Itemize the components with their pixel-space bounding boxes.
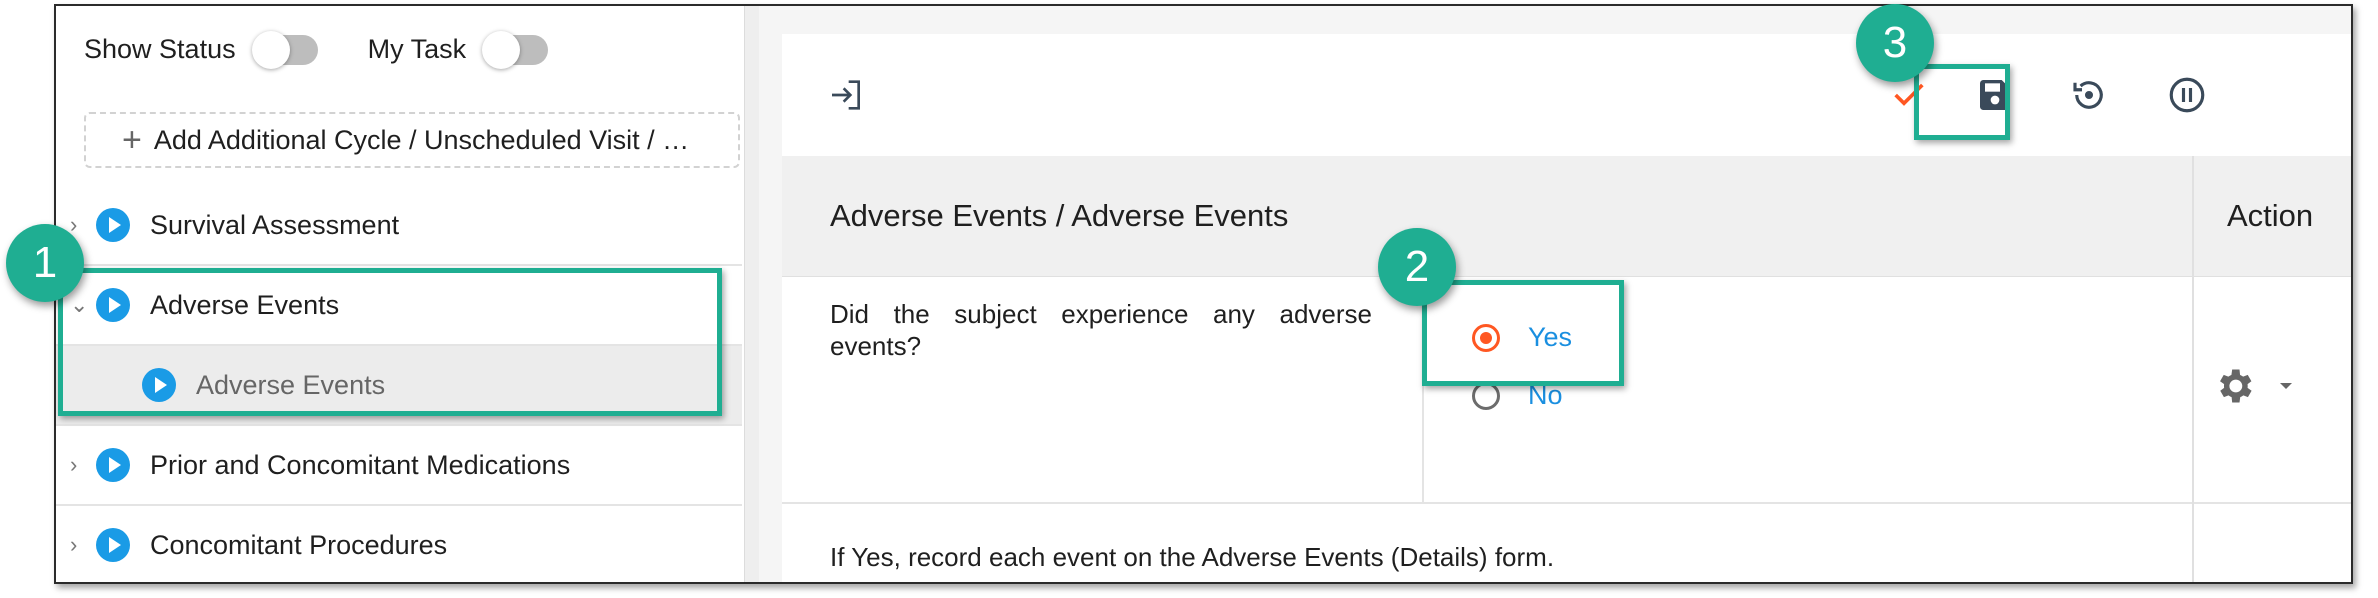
my-task-label: My Task bbox=[367, 34, 467, 64]
action-column-divider bbox=[2192, 156, 2194, 582]
gear-icon[interactable] bbox=[2212, 364, 2256, 408]
tree-item-label: Prior and Concomitant Medications bbox=[150, 449, 571, 480]
play-icon bbox=[96, 448, 130, 482]
show-status-label: Show Status bbox=[84, 34, 236, 64]
show-status-toggle[interactable] bbox=[251, 30, 318, 69]
annotation-badge-2: 2 bbox=[1378, 228, 1456, 306]
question-text: Did the subject experience any adverse e… bbox=[830, 299, 1372, 361]
annotation-badge-1: 1 bbox=[6, 224, 84, 302]
play-icon bbox=[96, 208, 130, 242]
highlight-box-1 bbox=[58, 268, 722, 416]
form-title: Adverse Events / Adverse Events bbox=[830, 198, 1289, 233]
highlight-box-2 bbox=[1422, 280, 1624, 386]
filter-toggles: Show Status My Task bbox=[84, 30, 598, 69]
add-cycle-button[interactable]: + Add Additional Cycle / Unscheduled Vis… bbox=[84, 112, 740, 168]
pause-icon[interactable] bbox=[2162, 70, 2212, 120]
chevron-right-icon[interactable]: › bbox=[70, 212, 86, 238]
tree-item-prior-medications[interactable]: › Prior and Concomitant Medications bbox=[56, 426, 742, 506]
tree-item-label: Survival Assessment bbox=[150, 209, 400, 240]
sign-in-icon[interactable] bbox=[822, 70, 872, 120]
form-toolbar bbox=[782, 34, 2351, 156]
plus-icon: + bbox=[122, 121, 142, 159]
instruction-note: If Yes, record each event on the Adverse… bbox=[830, 542, 1555, 572]
chevron-right-icon[interactable]: › bbox=[70, 452, 86, 478]
row-actions-menu[interactable] bbox=[2212, 364, 2298, 408]
annotation-badge-3: 3 bbox=[1856, 4, 1934, 82]
action-column-header: Action bbox=[2227, 198, 2314, 233]
play-icon bbox=[96, 528, 130, 562]
add-cycle-label: Add Additional Cycle / Unscheduled Visit… bbox=[153, 124, 690, 155]
history-icon[interactable] bbox=[2064, 70, 2114, 120]
tree-item-concomitant-procedures[interactable]: › Concomitant Procedures bbox=[56, 506, 742, 582]
tree-item-label: Concomitant Procedures bbox=[150, 529, 448, 560]
chevron-right-icon[interactable]: › bbox=[70, 532, 86, 558]
form-header: Adverse Events / Adverse Events Action bbox=[782, 156, 2351, 277]
highlight-box-3 bbox=[1914, 64, 2010, 140]
caret-down-icon[interactable] bbox=[2274, 374, 2298, 398]
tree-item-survival-assessment[interactable]: › Survival Assessment bbox=[56, 186, 742, 266]
my-task-toggle[interactable] bbox=[482, 30, 549, 69]
panel-splitter[interactable] bbox=[744, 6, 759, 582]
